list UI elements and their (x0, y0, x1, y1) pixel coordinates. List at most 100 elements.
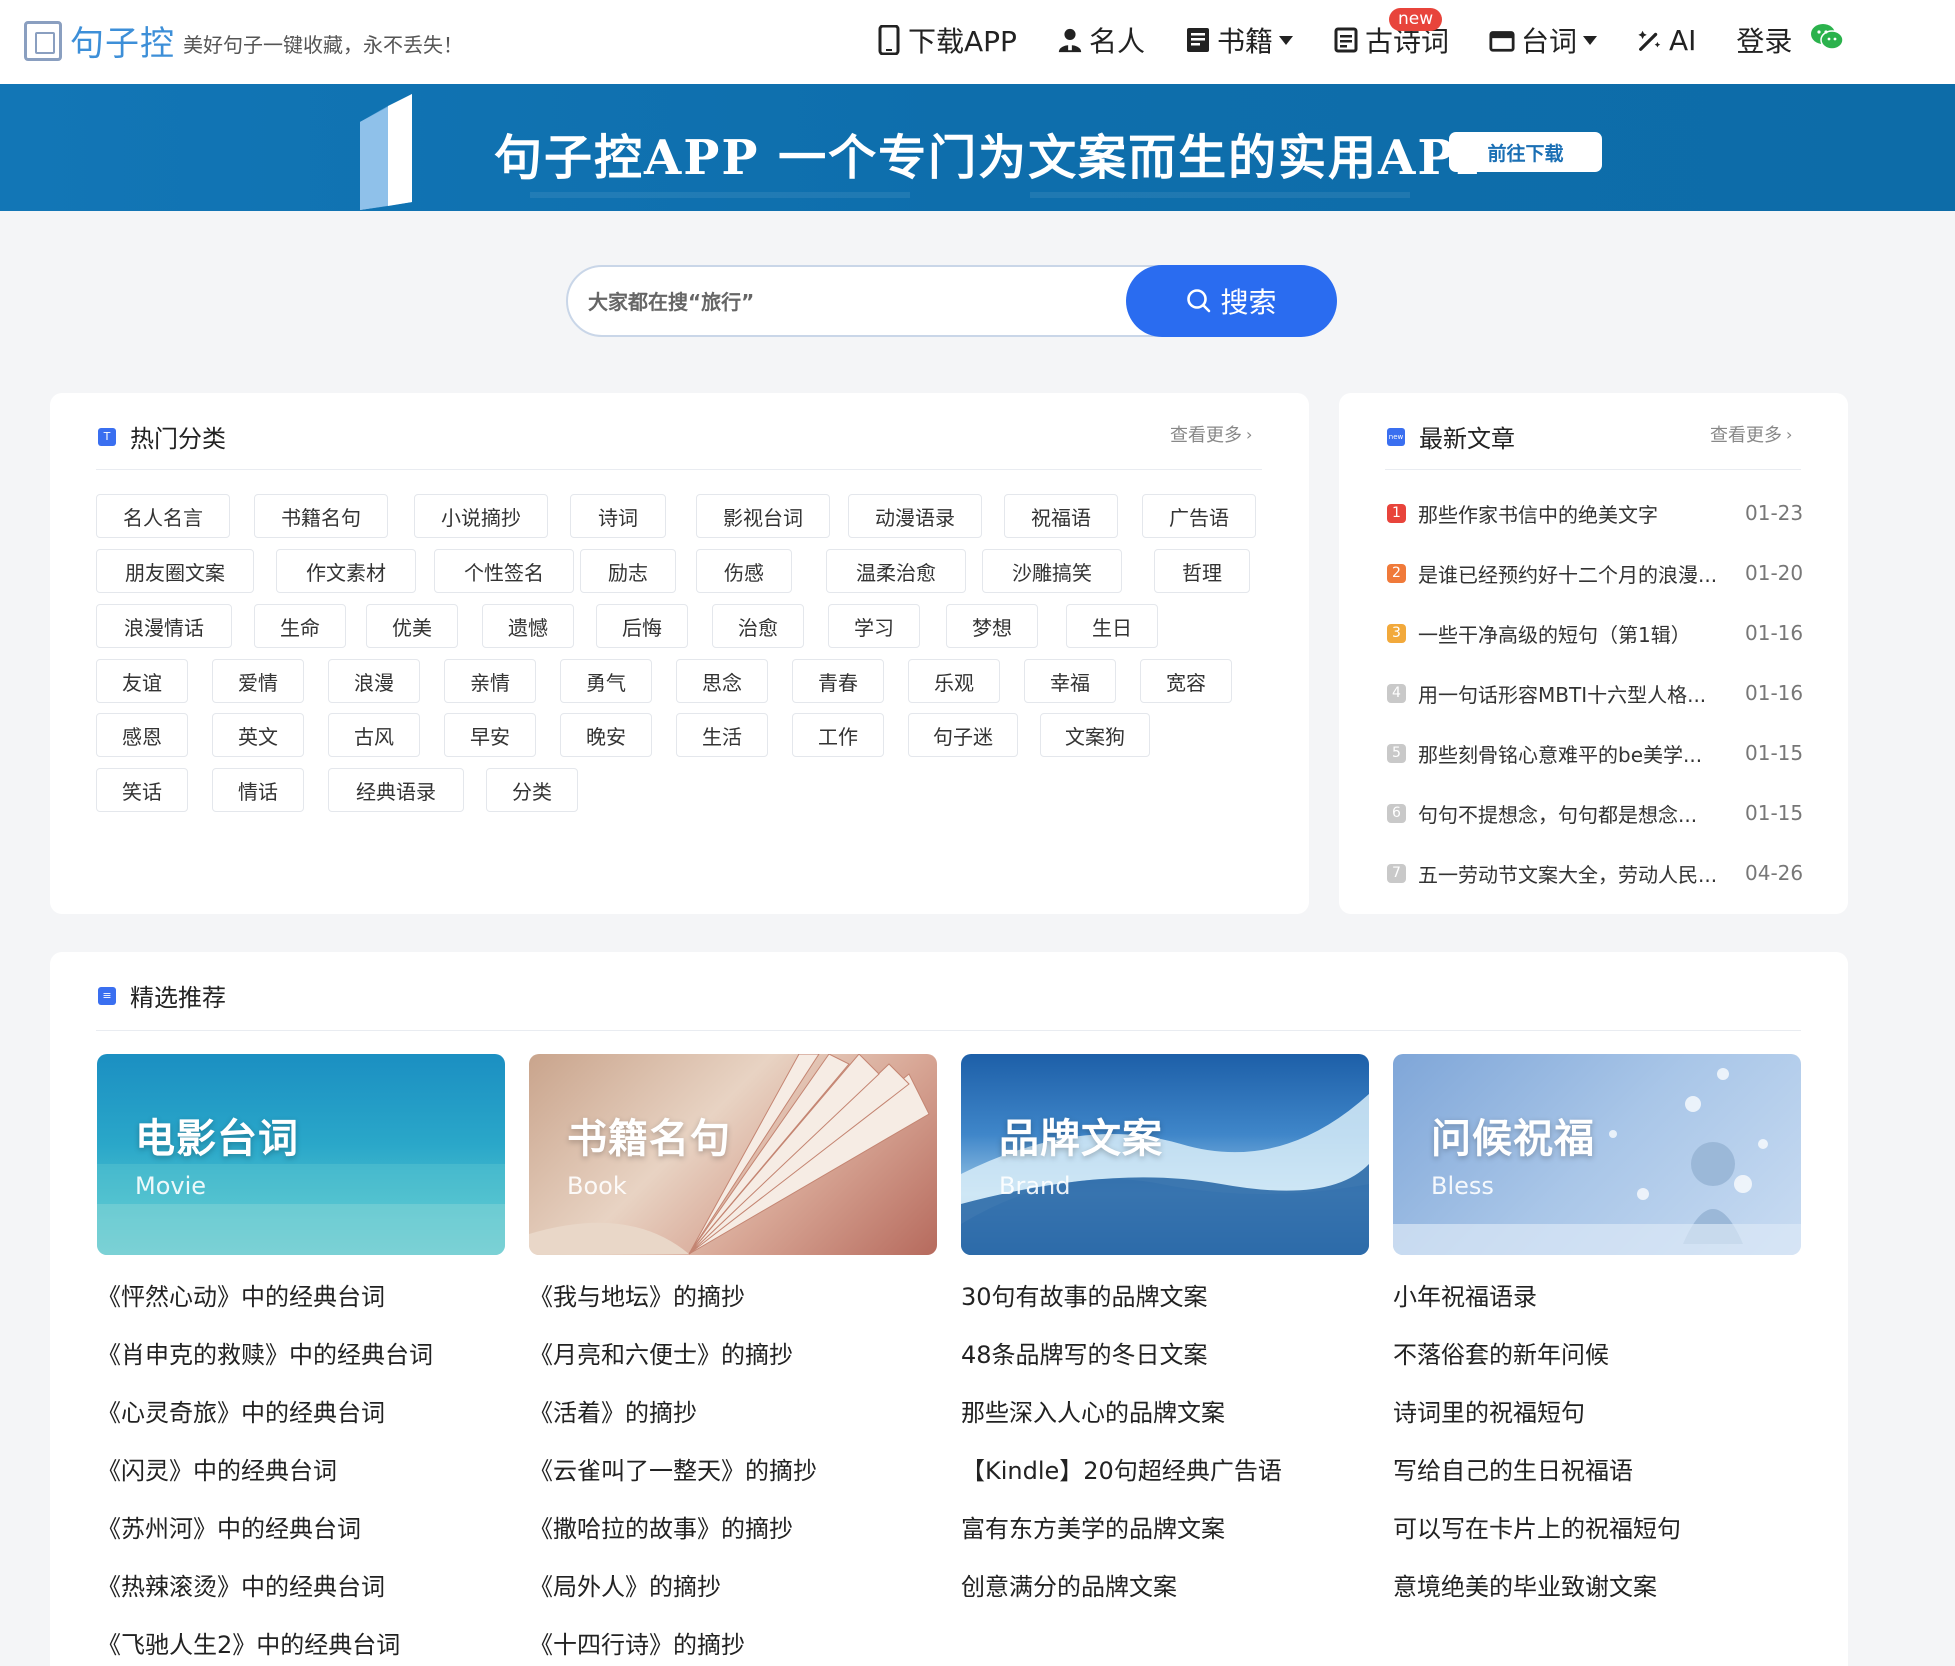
category-tag[interactable]: 乐观 (908, 659, 1000, 703)
category-tag[interactable]: 动漫语录 (848, 494, 982, 538)
category-tag[interactable]: 治愈 (712, 604, 804, 648)
card-bless[interactable]: 问候祝福 Bless (1393, 1054, 1801, 1255)
category-tag[interactable]: 生活 (676, 713, 768, 757)
nav-login[interactable]: 登录 (1736, 20, 1792, 60)
category-tag[interactable]: 学习 (828, 604, 920, 648)
view-more-link[interactable]: 查看更多 › (1170, 421, 1252, 447)
card-book[interactable]: 书籍名句 Book (529, 1054, 937, 1255)
category-tag[interactable]: 经典语录 (328, 768, 464, 812)
article-item[interactable]: 2 是谁已经预约好十二个月的浪漫... 01-20 (1387, 557, 1807, 589)
article-item[interactable]: 7 五一劳动节文案大全，劳动人民... 04-26 (1387, 857, 1807, 889)
category-tag[interactable]: 文案狗 (1040, 713, 1150, 757)
article-item[interactable]: 5 那些刻骨铭心意难平的be美学... 01-15 (1387, 737, 1807, 769)
featured-link[interactable]: 可以写在卡片上的祝福短句 (1393, 1509, 1681, 1544)
category-tag[interactable]: 作文素材 (276, 549, 416, 593)
nav-download-app[interactable]: 下载APP (876, 20, 1017, 60)
category-tag[interactable]: 小说摘抄 (414, 494, 548, 538)
category-tag[interactable]: 勇气 (560, 659, 652, 703)
featured-link[interactable]: 富有东方美学的品牌文案 (961, 1509, 1225, 1544)
featured-link[interactable]: 48条品牌写的冬日文案 (961, 1335, 1208, 1370)
featured-link[interactable]: 不落俗套的新年问候 (1393, 1335, 1609, 1370)
category-tag[interactable]: 爱情 (212, 659, 304, 703)
featured-link[interactable]: 《闪灵》中的经典台词 (97, 1451, 337, 1486)
view-more-link[interactable]: 查看更多 › (1710, 421, 1792, 447)
category-tag[interactable]: 思念 (676, 659, 768, 703)
category-tag[interactable]: 幸福 (1024, 659, 1116, 703)
category-tag[interactable]: 情话 (212, 768, 304, 812)
category-tag[interactable]: 古风 (328, 713, 420, 757)
featured-link[interactable]: 《月亮和六便士》的摘抄 (529, 1335, 793, 1370)
featured-link[interactable]: 《云雀叫了一整天》的摘抄 (529, 1451, 817, 1486)
category-tag[interactable]: 工作 (792, 713, 884, 757)
category-tag[interactable]: 分类 (486, 768, 578, 812)
search-button[interactable]: 搜索 (1126, 265, 1337, 337)
nav-poems[interactable]: 古诗词 new (1333, 8, 1449, 60)
featured-link[interactable]: 那些深入人心的品牌文案 (961, 1393, 1225, 1428)
category-tag[interactable]: 浪漫情话 (96, 604, 232, 648)
article-item[interactable]: 1 那些作家书信中的绝美文字 01-23 (1387, 497, 1807, 529)
category-tag[interactable]: 英文 (212, 713, 304, 757)
featured-link[interactable]: 《苏州河》中的经典台词 (97, 1509, 361, 1544)
featured-link[interactable]: 《怦然心动》中的经典台词 (97, 1277, 385, 1312)
category-tag[interactable]: 生命 (254, 604, 346, 648)
featured-link[interactable]: 30句有故事的品牌文案 (961, 1277, 1208, 1312)
category-tag[interactable]: 祝福语 (1004, 494, 1118, 538)
category-tag[interactable]: 名人名言 (96, 494, 230, 538)
download-button[interactable]: 前往下载 (1449, 132, 1602, 172)
featured-link[interactable]: 《心灵奇旅》中的经典台词 (97, 1393, 385, 1428)
category-tag[interactable]: 生日 (1066, 604, 1158, 648)
category-tag[interactable]: 哲理 (1154, 549, 1250, 593)
category-tag[interactable]: 后悔 (596, 604, 688, 648)
category-tag[interactable]: 书籍名句 (254, 494, 388, 538)
featured-link[interactable]: 《局外人》的摘抄 (529, 1567, 721, 1602)
featured-link[interactable]: 《十四行诗》的摘抄 (529, 1625, 745, 1660)
category-tag[interactable]: 朋友圈文案 (96, 549, 254, 593)
featured-link[interactable]: 《肖申克的救赎》中的经典台词 (97, 1335, 433, 1370)
category-tag[interactable]: 亲情 (444, 659, 536, 703)
category-tag[interactable]: 沙雕搞笑 (982, 549, 1122, 593)
category-tag[interactable]: 伤感 (696, 549, 792, 593)
card-brand[interactable]: 品牌文案 Brand (961, 1054, 1369, 1255)
wechat-login[interactable] (1810, 23, 1845, 58)
app-promo-banner[interactable]: 句子控APP 一个专门为文案而生的实用APP 前往下载 (0, 84, 1955, 211)
featured-link[interactable]: 《飞驰人生2》中的经典台词 (97, 1625, 400, 1660)
category-tag[interactable]: 广告语 (1142, 494, 1256, 538)
featured-link[interactable]: 《撒哈拉的故事》的摘抄 (529, 1509, 793, 1544)
nav-books[interactable]: 书籍 (1185, 20, 1293, 60)
category-tag[interactable]: 励志 (580, 549, 676, 593)
category-tag[interactable]: 友谊 (96, 659, 188, 703)
category-tag[interactable]: 梦想 (946, 604, 1038, 648)
site-logo[interactable]: 句子控 美好句子一键收藏，永不丢失！ (24, 16, 463, 65)
category-tag[interactable]: 晚安 (560, 713, 652, 757)
featured-link[interactable]: 《活着》的摘抄 (529, 1393, 697, 1428)
nav-lines[interactable]: 台词 (1489, 20, 1597, 60)
category-tag[interactable]: 诗词 (570, 494, 666, 538)
article-item[interactable]: 4 用一句话形容MBTI十六型人格... 01-16 (1387, 677, 1807, 709)
featured-link[interactable]: 小年祝福语录 (1393, 1277, 1537, 1312)
category-tag[interactable]: 句子迷 (908, 713, 1018, 757)
featured-link[interactable]: 《热辣滚烫》中的经典台词 (97, 1567, 385, 1602)
featured-link[interactable]: 【Kindle】20句超经典广告语 (961, 1451, 1282, 1486)
featured-link[interactable]: 《我与地坛》的摘抄 (529, 1277, 745, 1312)
featured-link[interactable]: 创意满分的品牌文案 (961, 1567, 1177, 1602)
category-tag[interactable]: 温柔治愈 (826, 549, 966, 593)
featured-link[interactable]: 意境绝美的毕业致谢文案 (1393, 1567, 1657, 1602)
category-tag[interactable]: 宽容 (1140, 659, 1232, 703)
category-tag[interactable]: 影视台词 (696, 494, 830, 538)
card-movie[interactable]: 电影台词 Movie (97, 1054, 505, 1255)
nav-ai[interactable]: AI (1637, 24, 1696, 57)
article-item[interactable]: 6 句句不提想念，句句都是想念... 01-15 (1387, 797, 1807, 829)
search-input[interactable] (588, 285, 1108, 319)
category-tag[interactable]: 青春 (792, 659, 884, 703)
featured-link[interactable]: 诗词里的祝福短句 (1393, 1393, 1585, 1428)
nav-celebrities[interactable]: 名人 (1057, 20, 1145, 60)
category-tag[interactable]: 遗憾 (482, 604, 574, 648)
article-item[interactable]: 3 一些干净高级的短句（第1辑） 01-16 (1387, 617, 1807, 649)
category-tag[interactable]: 笑话 (96, 768, 188, 812)
featured-link[interactable]: 写给自己的生日祝福语 (1393, 1451, 1633, 1486)
category-tag[interactable]: 早安 (444, 713, 536, 757)
category-tag[interactable]: 浪漫 (328, 659, 420, 703)
category-tag[interactable]: 优美 (366, 604, 458, 648)
category-tag[interactable]: 个性签名 (434, 549, 574, 593)
category-tag[interactable]: 感恩 (96, 713, 188, 757)
